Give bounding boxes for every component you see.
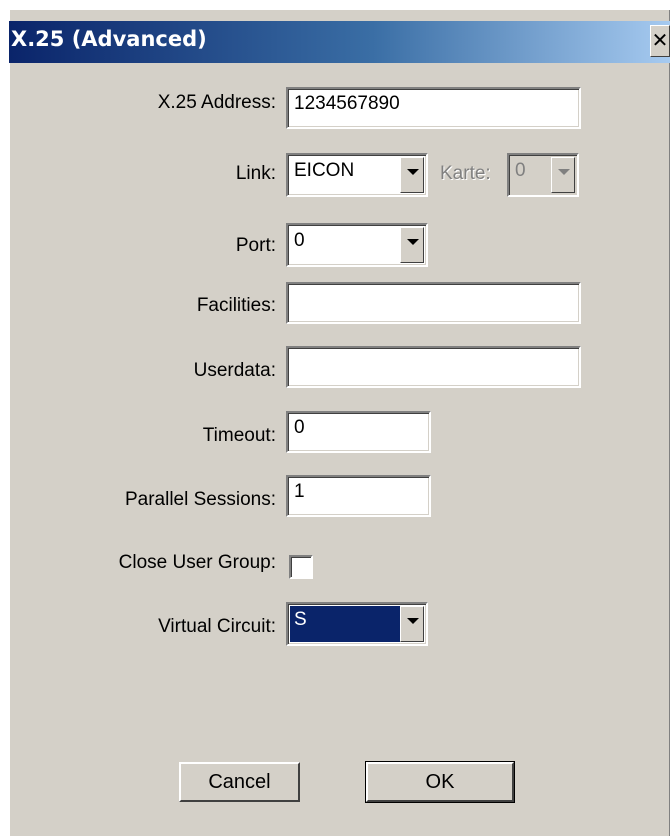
karte-select-value: 0 [515,160,526,181]
parallel-sessions-input[interactable]: 1 [286,475,431,517]
dialog-window: X.25 (Advanced) ✕ X.25 Address: 12345678… [9,9,670,836]
facilities-input[interactable] [286,282,581,324]
virtual-circuit-select-value: S [290,606,400,642]
karte-label: Karte: [440,163,491,184]
x25-address-input[interactable]: 1234567890 [286,87,581,129]
close-user-group-label: Close User Group: [118,552,276,573]
karte-dropdown-button[interactable] [551,157,575,193]
port-select-value: 0 [294,230,305,251]
x25-address-label: X.25 Address: [157,92,276,113]
port-label: Port: [235,235,276,256]
chevron-down-icon [558,169,570,175]
link-select-value: EICON [294,160,355,181]
close-button[interactable]: ✕ [650,25,670,57]
x25-address-value: 1234567890 [294,93,400,114]
virtual-circuit-dropdown-button[interactable] [400,606,424,642]
close-icon: ✕ [651,28,669,52]
userdata-label: Userdata: [193,360,276,381]
parallel-sessions-value: 1 [294,481,305,502]
facilities-label: Facilities: [196,295,276,316]
chevron-down-icon [407,618,419,624]
karte-select[interactable]: 0 [507,153,579,197]
close-user-group-checkbox[interactable] [289,555,313,579]
timeout-value: 0 [294,417,305,438]
link-dropdown-button[interactable] [400,157,424,193]
timeout-input[interactable]: 0 [286,411,431,453]
port-select[interactable]: 0 [286,223,428,267]
userdata-input[interactable] [286,346,581,388]
title-bar: X.25 (Advanced) ✕ [9,21,670,63]
ok-button[interactable]: OK [365,761,515,803]
chevron-down-icon [407,169,419,175]
link-select[interactable]: EICON [286,153,428,197]
cancel-button[interactable]: Cancel [179,762,300,802]
link-label: Link: [235,163,276,184]
timeout-label: Timeout: [202,425,276,446]
dialog-title: X.25 (Advanced) [11,27,207,51]
parallel-sessions-label: Parallel Sessions: [124,489,276,510]
chevron-down-icon [407,239,419,245]
virtual-circuit-label: Virtual Circuit: [158,616,276,637]
port-dropdown-button[interactable] [400,227,424,263]
virtual-circuit-select[interactable]: S [286,602,428,646]
